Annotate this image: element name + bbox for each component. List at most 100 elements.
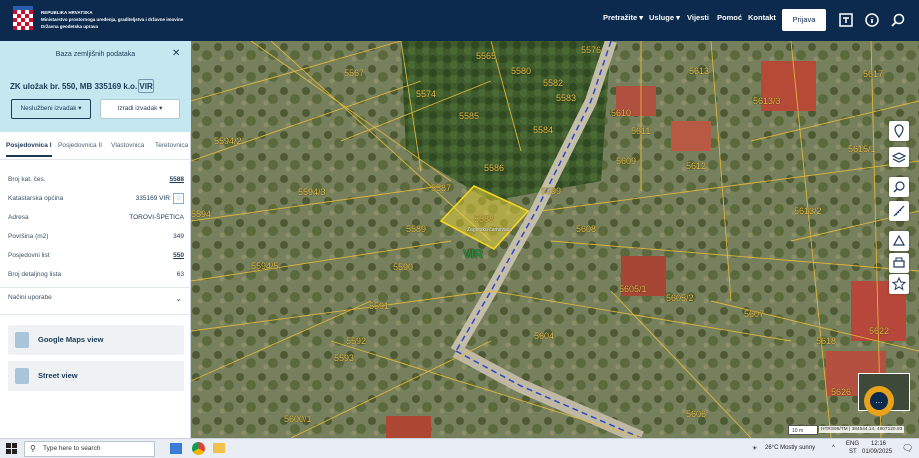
parcel-number-label: 5626 [831, 387, 852, 397]
parcel-number-label: 5605/2 [666, 293, 694, 303]
possession-sheet-link[interactable]: 550 [173, 252, 184, 259]
parcel-number-label: 5591 [369, 301, 390, 311]
language-sub: ST [849, 449, 857, 455]
favorite-tool[interactable] [889, 274, 909, 294]
notification-icon[interactable]: 🗨 [902, 443, 913, 454]
tray-chevron-icon[interactable]: ^ [832, 445, 835, 451]
street-view-icon [15, 368, 29, 384]
parcel-number-label: 5613 [689, 66, 710, 76]
row-possession-sheet: Posjedovni list 550 [8, 252, 184, 259]
parcel-number-label: 5600/1 [284, 414, 312, 424]
parcel-number-label: 5584 [533, 125, 554, 135]
map-pin-icon [15, 332, 29, 348]
panel-header: Baza zemljišnih podataka ✕ ZK uložak br.… [0, 41, 191, 132]
croatian-crest-icon [13, 6, 33, 30]
close-icon[interactable]: ✕ [172, 48, 180, 59]
parcel-number-label: 5594/3 [298, 187, 326, 197]
parcel-number-label: 5594/2 [214, 136, 242, 146]
parcel-number-label: 5582 [543, 78, 564, 88]
nav-search[interactable]: Pretražite ▾ [603, 13, 643, 22]
nav-news[interactable]: Vijesti [687, 13, 709, 22]
row-cestica: Broj kat. čes. 5588 [8, 176, 184, 183]
weather-icon: ☀ [752, 446, 758, 452]
gov-line-1: REPUBLIKA HRVATSKA [41, 10, 93, 15]
parcel-panel: Baza zemljišnih podataka ✕ ZK uložak br.… [0, 41, 191, 438]
parcel-number-label: 5604 [534, 331, 555, 341]
parcel-number-label: 5611 [631, 126, 651, 136]
parcel-number-label: 5609 [616, 156, 637, 166]
row-detail-sheet: Broj detaljnog lista 63 [8, 271, 184, 278]
parcel-number-label: 5606 [686, 409, 707, 419]
layers-tool[interactable] [889, 147, 909, 167]
print-tool[interactable] [889, 253, 909, 273]
street-view-label: Street view [38, 371, 78, 380]
parcel-number-label: 5590 [393, 262, 414, 272]
area-tool[interactable] [889, 231, 909, 251]
unofficial-extract-button[interactable]: Neslužbeni izvadak ▾ [11, 99, 91, 119]
chat-icon: … [870, 392, 888, 410]
login-button[interactable]: Prijava [782, 9, 826, 31]
parcel-number-label: 5618 [816, 336, 837, 346]
cestica-link[interactable]: 5588 [170, 176, 184, 183]
street-view-card[interactable]: Street view [8, 361, 184, 391]
clock-date: 01/09/2025 [862, 449, 893, 455]
row-ko: Katastarska općina 335169 VIR ☆ [8, 190, 184, 209]
task-view-icon[interactable] [170, 443, 182, 454]
clock-time[interactable]: 12:16 [871, 441, 886, 447]
map-view[interactable]: 5565 5576 5567 5580 5582 5583 5574 5585 5584 5586… [191, 41, 919, 438]
nav-contact[interactable]: Kontakt [748, 13, 776, 22]
tab-vlastovnica[interactable]: Vlastovnica [111, 142, 144, 149]
row-address: Adresa TOROVI-ŠPETICA [8, 214, 184, 221]
google-maps-card[interactable]: Google Maps view [8, 325, 184, 355]
tab-posjedovnica-2[interactable]: Posjedovnica II [58, 142, 102, 149]
scale-bar: 10 m [788, 425, 818, 435]
measure-tool[interactable] [889, 201, 909, 221]
tab-posjedovnica-1[interactable]: Posjedovnica I [6, 142, 52, 157]
copy-icon[interactable] [138, 79, 154, 93]
parcel-number-label: 5587 [431, 183, 452, 193]
nav-help[interactable]: Pomoć [717, 13, 742, 22]
parcel-number-label: 5588 [474, 214, 495, 224]
accessibility-icon[interactable] [838, 12, 854, 28]
parcel-number-label: 5586 [484, 163, 505, 173]
parcel-number-label: 5576 [581, 45, 602, 55]
file-explorer-icon[interactable] [213, 443, 225, 453]
chrome-icon[interactable] [192, 442, 205, 455]
location-pin-tool[interactable] [889, 121, 909, 141]
windows-taskbar: ⚲ Type here to search ☀ 26°C Mostly sunn… [0, 438, 919, 458]
info-icon[interactable] [864, 12, 880, 28]
create-extract-button[interactable]: Izradi izvadak ▾ [100, 99, 180, 119]
parcel-number-label: 5613/2 [794, 206, 822, 216]
weather-text[interactable]: 26°C Mostly sunny [765, 445, 815, 451]
parcel-number-label: 5622 [869, 326, 890, 336]
parcel-number-label: 5605/1 [619, 284, 647, 294]
parcel-number-label: 5608 [576, 224, 597, 234]
parcel-number-label: 5580 [511, 66, 532, 76]
parcel-number-label: 5610 [611, 108, 632, 118]
windows-start-icon[interactable] [6, 443, 17, 454]
parcel-number-label: 5585 [459, 111, 480, 121]
nav-services[interactable]: Usluge ▾ [649, 13, 680, 22]
chat-button[interactable]: … [864, 386, 894, 416]
gov-title: REPUBLIKA HRVATSKA Ministarstvo prostorn… [41, 9, 183, 30]
parcel-number-label: 5574 [416, 89, 437, 99]
search-icon[interactable] [890, 12, 906, 28]
parcel-number-label: 5589 [406, 224, 427, 234]
tab-teretovnica[interactable]: Teretovnica [155, 142, 188, 149]
row-area: Površina (m2) 349 [8, 233, 184, 240]
parcel-number-label: 5594/5 [251, 261, 279, 271]
gov-line-2: Ministarstvo prostornoga uređenja, gradi… [41, 17, 184, 22]
chevron-down-icon: ⌄ [175, 294, 182, 303]
top-header: REPUBLIKA HRVATSKA Ministarstvo prostorn… [0, 0, 919, 41]
divider [0, 287, 191, 288]
panel-tabs: Posjedovnica I Posjedovnica II Vlastovni… [0, 132, 191, 160]
parcel-number-label: 5593 [334, 353, 355, 363]
parcel-number-label: 5612 [686, 161, 707, 171]
usage-accordion[interactable]: Načini uporabe ⌄ [8, 294, 184, 308]
language-indicator[interactable]: ENG [846, 441, 859, 447]
google-maps-label: Google Maps view [38, 335, 104, 344]
zoom-in-tool[interactable] [889, 177, 909, 197]
parcel-number-label: 5567 [344, 68, 365, 78]
star-icon[interactable]: ☆ [173, 193, 184, 204]
taskbar-search-input[interactable]: ⚲ Type here to search [24, 441, 155, 457]
